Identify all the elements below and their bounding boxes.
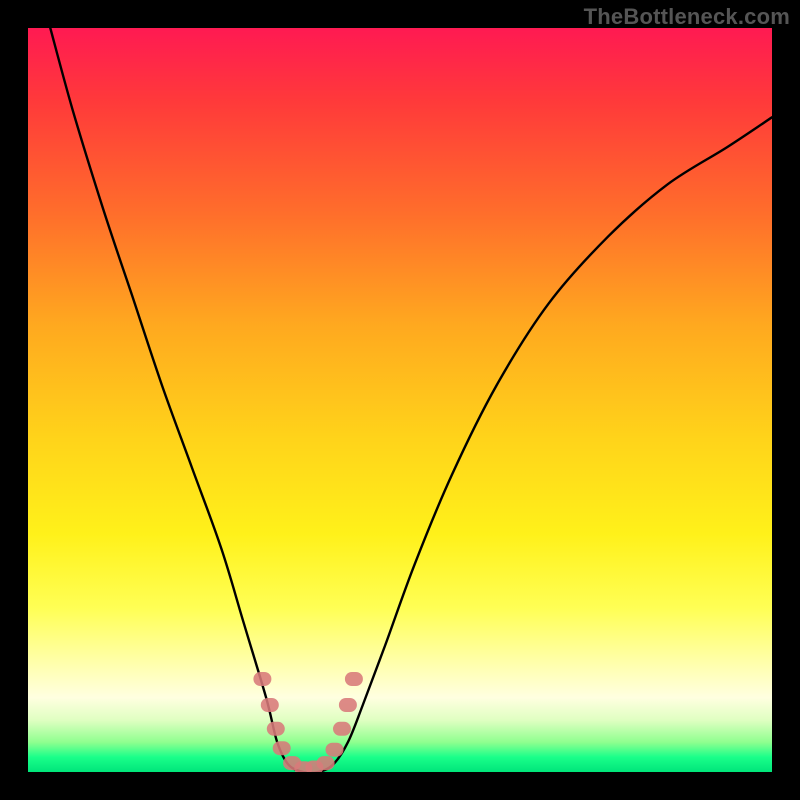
highlight-dot (267, 722, 285, 736)
highlight-dots (253, 672, 363, 772)
highlight-dot (273, 741, 291, 755)
highlight-dot (333, 722, 351, 736)
highlight-dot (261, 698, 279, 712)
outer-frame: TheBottleneck.com (0, 0, 800, 800)
watermark-text: TheBottleneck.com (584, 4, 790, 30)
highlight-dot (326, 743, 344, 757)
curve-line (50, 28, 772, 772)
highlight-dot (339, 698, 357, 712)
plot-area (28, 28, 772, 772)
highlight-dot (345, 672, 363, 686)
bottleneck-curve (28, 28, 772, 772)
highlight-dot (317, 756, 335, 770)
highlight-dot (253, 672, 271, 686)
